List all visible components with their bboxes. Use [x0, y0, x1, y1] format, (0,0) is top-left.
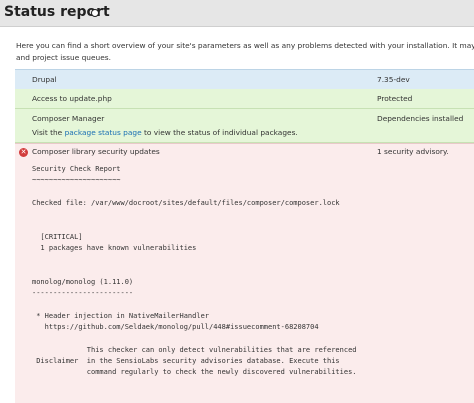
- settings-circle-icon[interactable]: [91, 9, 99, 17]
- status-label: Composer library security updates: [32, 147, 160, 156]
- description-suffix: to view the status of individual package…: [141, 128, 298, 137]
- security-check-report: Security Check Report ~~~~~~~~~~~~~~~~~~…: [32, 165, 357, 377]
- description-prefix: Visit the: [32, 128, 65, 137]
- status-description: Visit the package status page to view th…: [32, 128, 298, 137]
- status-value: 1 security advisory.: [377, 147, 449, 156]
- status-value: Protected: [377, 94, 413, 103]
- package-status-link[interactable]: package status page: [65, 128, 142, 137]
- status-label: Access to update.php: [32, 94, 112, 103]
- status-value: Dependencies installed: [377, 114, 464, 123]
- status-value: 7.35-dev: [377, 75, 410, 84]
- status-label: Drupal: [32, 75, 57, 84]
- intro-line-2: and project issue queues.: [16, 53, 111, 62]
- status-row-access-update: Access to update.php Protected: [15, 89, 474, 109]
- title-bar: Status report: [0, 0, 474, 27]
- status-row-drupal: Drupal 7.35-dev: [15, 69, 474, 90]
- error-icon: ✕: [19, 148, 28, 157]
- status-row-composer-manager: Composer Manager Dependencies installed …: [15, 109, 474, 143]
- intro-text: Here you can find a short overview of yo…: [16, 40, 474, 64]
- status-label: Composer Manager: [32, 114, 105, 123]
- status-row-security-updates: ✕ Composer library security updates 1 se…: [15, 143, 474, 403]
- intro-line-1: Here you can find a short overview of yo…: [16, 41, 474, 50]
